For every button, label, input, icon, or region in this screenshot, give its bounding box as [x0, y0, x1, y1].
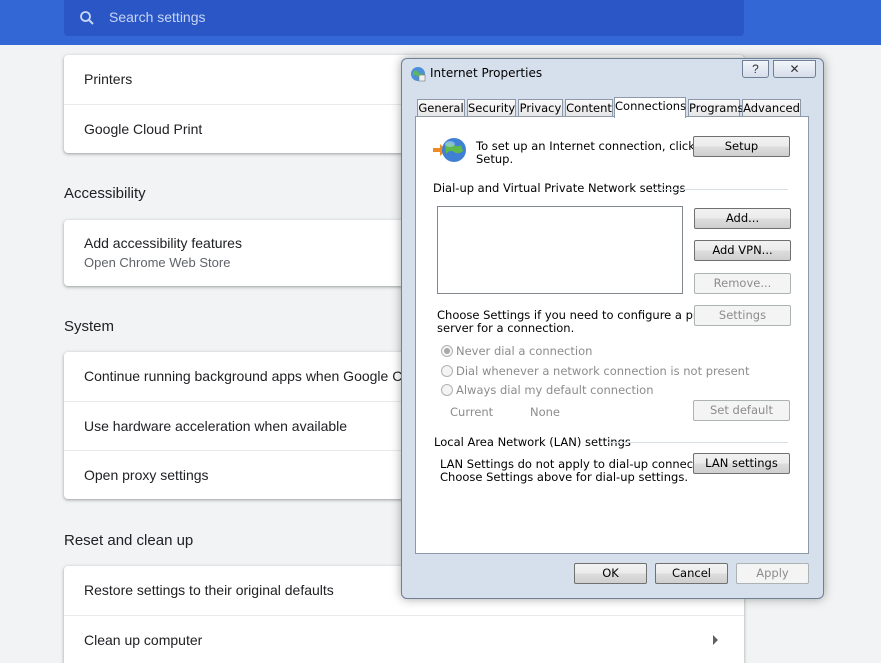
apply-button[interactable]: Apply [736, 563, 809, 584]
lan-settings-button[interactable]: LAN settings [693, 453, 790, 474]
remove-button[interactable]: Remove... [694, 273, 791, 294]
web-store-sublabel: Open Chrome Web Store [84, 255, 231, 270]
proxy-text-2: server for a connection. [437, 321, 575, 335]
lan-divider [607, 442, 788, 443]
current-value: None [530, 405, 561, 419]
tab-programs[interactable]: Programs [688, 99, 744, 117]
search-input[interactable]: Search settings [64, 0, 744, 36]
tab-security[interactable]: Security [467, 99, 516, 117]
cancel-button[interactable]: Cancel [655, 563, 728, 584]
dial-whenever-label: Dial whenever a network connection is no… [456, 364, 750, 378]
internet-options-icon [411, 67, 426, 82]
hardware-accel-label: Use hardware acceleration when available [84, 418, 348, 434]
restore-defaults-label: Restore settings to their original defau… [84, 582, 334, 598]
tab-privacy[interactable]: Privacy [518, 99, 563, 117]
cloud-print-label: Google Cloud Print [84, 121, 203, 137]
never-dial-radio[interactable] [441, 345, 453, 357]
dialup-divider [648, 189, 788, 190]
ok-button[interactable]: OK [574, 563, 647, 584]
settings-button[interactable]: Settings [694, 305, 791, 326]
proxy-settings-label: Open proxy settings [84, 467, 209, 483]
clean-up-row[interactable]: Clean up computer [64, 615, 744, 663]
lan-group-label: Local Area Network (LAN) settings [434, 435, 631, 449]
set-default-button[interactable]: Set default [693, 400, 790, 421]
never-dial-label: Never dial a connection [456, 344, 593, 358]
connections-listbox[interactable] [437, 206, 683, 294]
current-label: Current [450, 405, 494, 419]
setup-text-2: Setup. [476, 152, 514, 166]
search-icon [80, 11, 94, 25]
connections-panel: To set up an Internet connection, click … [415, 116, 809, 554]
always-dial-label: Always dial my default connection [456, 383, 654, 397]
chevron-right-icon [713, 635, 718, 645]
internet-properties-dialog: Internet Properties ? ✕ General Security… [401, 58, 824, 599]
tab-content[interactable]: Content [565, 99, 613, 117]
globe-connection-icon [433, 138, 466, 162]
add-accessibility-label: Add accessibility features [84, 235, 242, 251]
close-button[interactable]: ✕ [773, 60, 816, 78]
accessibility-title: Accessibility [64, 185, 146, 202]
setup-button[interactable]: Setup [693, 136, 790, 157]
search-placeholder: Search settings [109, 9, 206, 25]
dialog-title: Internet Properties [430, 66, 543, 80]
printers-label: Printers [84, 71, 133, 87]
clean-up-label: Clean up computer [84, 632, 203, 648]
system-title: System [64, 318, 115, 335]
dial-whenever-radio[interactable] [441, 365, 453, 377]
add-vpn-button[interactable]: Add VPN... [694, 240, 791, 261]
tab-general[interactable]: General [417, 99, 465, 117]
lan-text-2: Choose Settings above for dial-up settin… [440, 470, 688, 484]
tab-connections[interactable]: Connections [614, 97, 686, 118]
help-button[interactable]: ? [742, 60, 769, 78]
reset-title: Reset and clean up [64, 532, 194, 549]
always-dial-radio[interactable] [441, 384, 453, 396]
tab-advanced[interactable]: Advanced [742, 99, 801, 117]
add-button[interactable]: Add... [694, 208, 791, 229]
settings-header: Search settings [0, 0, 881, 45]
